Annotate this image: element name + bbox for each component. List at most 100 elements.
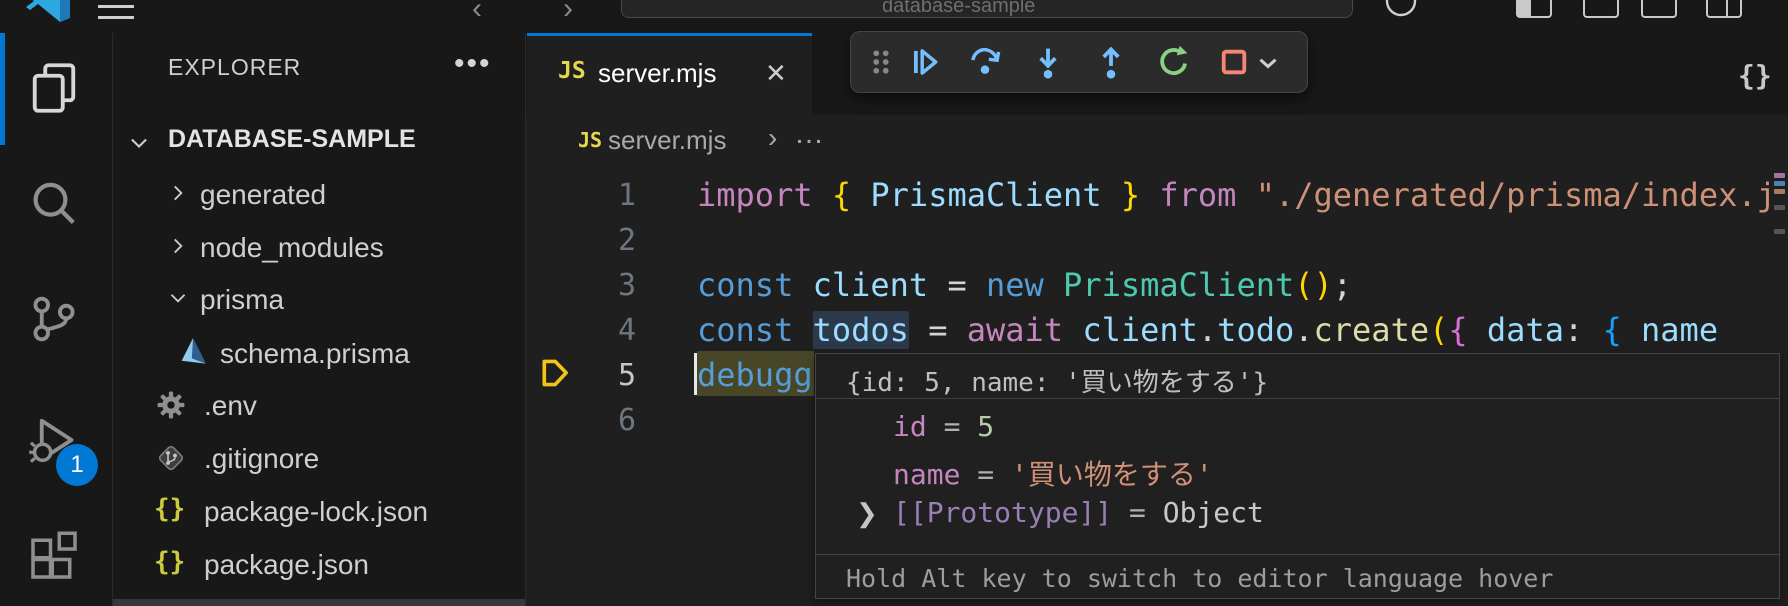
- step-over-button[interactable]: [966, 43, 1004, 81]
- command-center[interactable]: database-sample: [621, 0, 1353, 18]
- hover-variable-Prototype[interactable]: ❯ [[Prototype]] = Object: [816, 490, 1779, 533]
- code-text: debugg: [697, 356, 813, 394]
- variable-text: id = 5: [893, 410, 994, 443]
- tree-item-label: package.json: [204, 549, 369, 581]
- code-line-4[interactable]: 4 const todos = await client.todo.create(…: [526, 306, 1788, 351]
- toggle-secondary-sidebar-icon[interactable]: [1641, 0, 1677, 18]
- sidebar-item-source-control[interactable]: [26, 291, 82, 347]
- title-bar: ‹ › database-sample: [0, 0, 1788, 33]
- tab-server-mjs[interactable]: JS server.mjs ✕: [527, 33, 812, 118]
- stop-button[interactable]: [1215, 43, 1253, 81]
- chevron-down-icon: [166, 286, 190, 310]
- breadcrumb-symbol[interactable]: …: [794, 117, 824, 151]
- explorer-selected-item[interactable]: [112, 599, 525, 606]
- hover-hint: Hold Alt key to switch to editor languag…: [846, 564, 1553, 593]
- tree-item-label: generated: [200, 179, 326, 211]
- debug-hover-widget: {id: 5, name: '買い物をする'} id = 5 name = '買い…: [815, 353, 1780, 599]
- vscode-logo-icon: [26, 0, 74, 22]
- debug-toolbar: [850, 31, 1308, 93]
- account-icon[interactable]: [1384, 0, 1418, 18]
- debug-badge: 1: [56, 444, 98, 486]
- tree-item-label: .env: [204, 390, 257, 422]
- chevron-down-icon: [1253, 43, 1283, 81]
- line-number[interactable]: 6: [536, 403, 636, 438]
- code-line-1[interactable]: 1 import { PrismaClient } from "./generat…: [526, 171, 1788, 216]
- hover-variable-id[interactable]: id = 5: [816, 404, 1779, 447]
- sidebar-item-extensions[interactable]: [26, 528, 82, 584]
- tree-item-label: schema.prisma: [220, 338, 410, 370]
- json-icon: {}: [154, 494, 185, 524]
- variable-text: [[Prototype]] = Object: [893, 496, 1264, 529]
- toggle-panel-icon[interactable]: [1583, 0, 1619, 18]
- menu-icon[interactable]: [98, 0, 134, 19]
- more-actions-icon[interactable]: •••: [454, 47, 492, 81]
- chevron-right-icon: [166, 234, 190, 258]
- tree-file-.gitignore[interactable]: .gitignore: [112, 433, 525, 485]
- sidebar-item-search[interactable]: [26, 177, 82, 233]
- line-number[interactable]: 5: [536, 358, 636, 393]
- breadcrumb: JS server.mjs › …: [526, 115, 1788, 168]
- nav-forward-icon[interactable]: ›: [563, 0, 573, 26]
- gear-icon: [154, 388, 188, 422]
- chevron-down-icon: [126, 130, 152, 156]
- customize-layout-icon[interactable]: [1706, 0, 1742, 18]
- chevron-right-icon[interactable]: ❯: [856, 498, 878, 529]
- restart-button[interactable]: [1155, 43, 1193, 81]
- line-number[interactable]: 3: [536, 268, 636, 303]
- section-label: DATABASE-SAMPLE: [168, 125, 416, 154]
- explorer-sidebar: EXPLORER ••• DATABASE-SAMPLE generated no…: [112, 33, 526, 606]
- braces-actions-icon[interactable]: {}: [1738, 59, 1772, 92]
- explorer-section-database-sample[interactable]: DATABASE-SAMPLE: [112, 125, 525, 161]
- variable-text: name = '買い物をする': [893, 453, 1213, 493]
- close-tab-icon[interactable]: ✕: [765, 58, 787, 89]
- text-cursor: [694, 353, 697, 395]
- step-out-icon: [1092, 43, 1130, 81]
- sidebar-item-explorer[interactable]: [26, 60, 82, 116]
- tree-folder-prisma[interactable]: prisma: [112, 274, 525, 326]
- step-over-icon: [966, 43, 1004, 81]
- divider: [816, 554, 1779, 555]
- code-text: const todos = await client.todo.create({…: [697, 311, 1718, 349]
- debug-session-dropdown[interactable]: [1253, 43, 1283, 81]
- sidebar-title: EXPLORER: [168, 54, 301, 81]
- toggle-sidebar-icon[interactable]: [1516, 0, 1552, 18]
- source-control-icon: [26, 291, 82, 347]
- tree-file-package-lock.json[interactable]: {} package-lock.json: [112, 486, 525, 538]
- active-view-indicator: [0, 33, 5, 145]
- tree-file-.env[interactable]: .env: [112, 380, 525, 432]
- divider: [816, 398, 1779, 399]
- breadcrumb-separator: ›: [768, 122, 777, 154]
- activity-bar: 1: [0, 33, 113, 606]
- stop-icon: [1215, 43, 1253, 81]
- step-out-button[interactable]: [1092, 43, 1130, 81]
- step-into-button[interactable]: [1029, 43, 1067, 81]
- continue-icon: [904, 43, 942, 81]
- debug-continue-button[interactable]: [904, 43, 942, 81]
- restart-icon: [1155, 43, 1193, 81]
- hover-value-preview: {id: 5, name: '買い物をする'}: [846, 362, 1268, 399]
- tree-file-package.json[interactable]: {} package.json: [112, 539, 525, 591]
- line-number[interactable]: 4: [536, 313, 636, 348]
- tree-file-schema.prisma[interactable]: schema.prisma: [112, 328, 525, 380]
- breadcrumb-file[interactable]: server.mjs: [608, 125, 726, 156]
- tree-folder-node_modules[interactable]: node_modules: [112, 222, 525, 274]
- chevron-right-icon: [166, 181, 190, 205]
- tree-item-label: package-lock.json: [204, 496, 428, 528]
- drag-grip-icon[interactable]: [862, 43, 900, 81]
- line-number[interactable]: 1: [536, 178, 636, 213]
- json-icon: {}: [154, 547, 185, 577]
- search-icon: [26, 177, 82, 233]
- tree-folder-generated[interactable]: generated: [112, 169, 525, 221]
- nav-back-icon[interactable]: ‹: [472, 0, 482, 26]
- code-text: import { PrismaClient } from "./generate…: [697, 176, 1776, 214]
- code-line-2[interactable]: 2: [526, 216, 1788, 261]
- extensions-icon: [26, 528, 82, 584]
- tree-item-label: node_modules: [200, 232, 384, 264]
- js-file-icon: JS: [558, 58, 586, 84]
- tab-label: server.mjs: [598, 58, 716, 89]
- tree-item-label: .gitignore: [204, 443, 319, 475]
- vscode-window: { "colors": { "accent": "#0078d4", "kwBl…: [0, 0, 1788, 606]
- code-line-3[interactable]: 3const client = new PrismaClient();: [526, 261, 1788, 306]
- line-number[interactable]: 2: [536, 223, 636, 258]
- hover-variable-name[interactable]: name = '買い物をする': [816, 447, 1779, 490]
